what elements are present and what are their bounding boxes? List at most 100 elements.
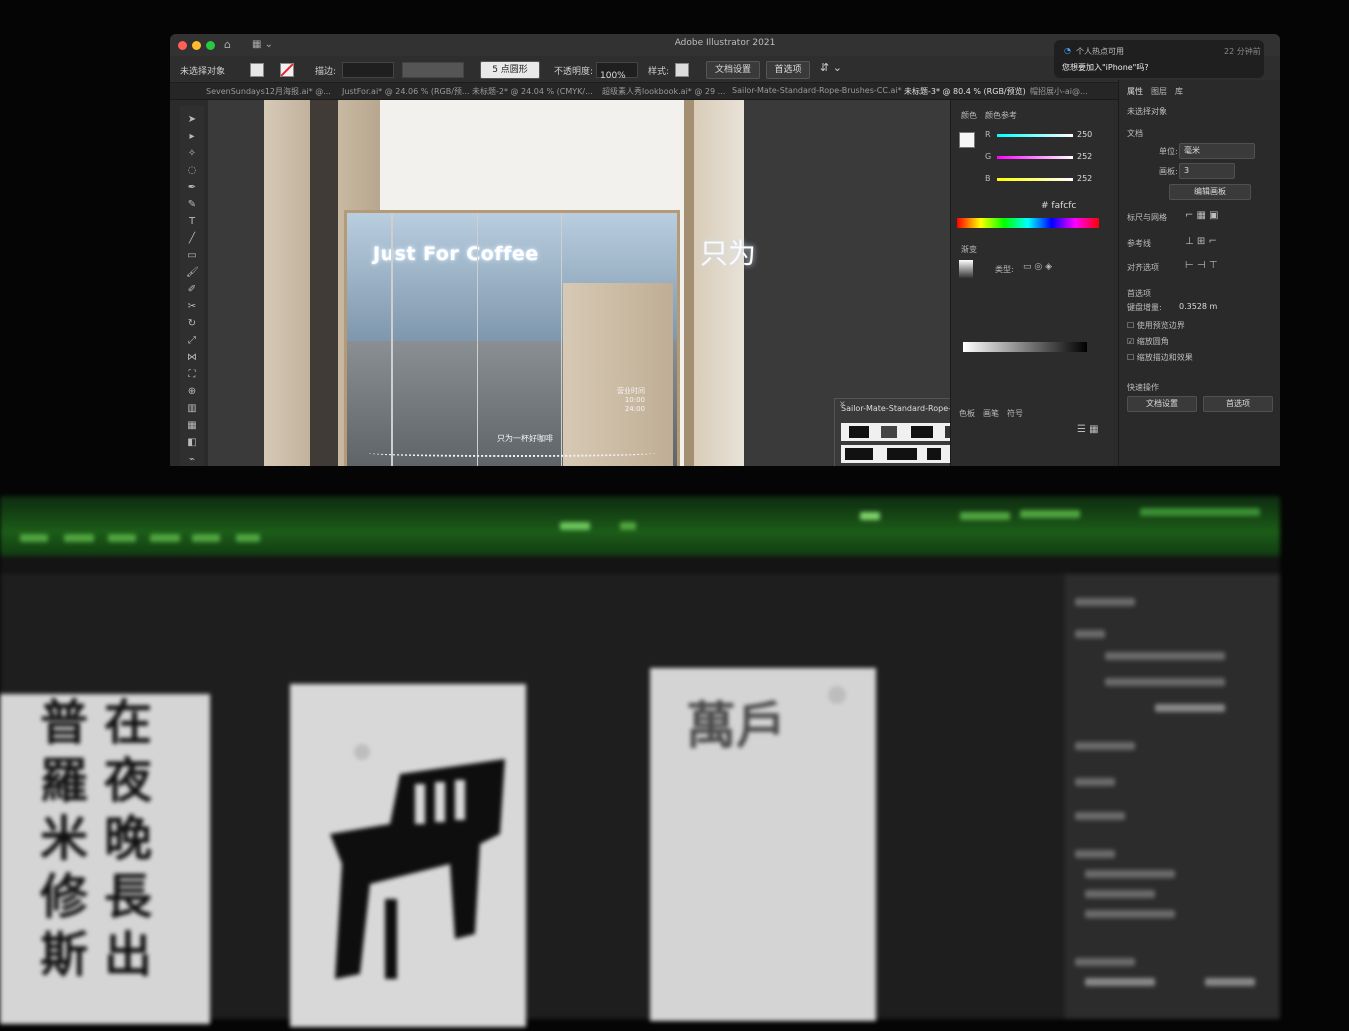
brushes-library-panel: × Sailor-Mate-Standard-Rope-Bru... ⫴ ◂ ▸ (834, 398, 950, 466)
quick-actions-label: 快速操作 (1127, 383, 1159, 392)
preferences-button[interactable]: 首选项 (766, 61, 810, 79)
use-preview-bounds-checkbox[interactable]: ☐ 使用预览边界 (1127, 320, 1185, 331)
gradient-type-label: 类型: (995, 265, 1014, 274)
color-spectrum[interactable] (957, 218, 1099, 228)
tab-document[interactable]: 帽招展小-ai@... (1030, 86, 1088, 97)
notification-time: 22 分钟前 (1224, 47, 1261, 56)
gradient-swatch[interactable] (959, 260, 973, 278)
tab-layers[interactable]: 图层 (1151, 86, 1167, 97)
chair-illustration (330, 744, 505, 979)
gradient-type-icons[interactable]: ▭ ◎ ◈ (1023, 262, 1052, 272)
free-transform-tool-icon[interactable]: ⛶ (186, 369, 198, 381)
arrange-icon[interactable]: ⇵ ⌄ (820, 61, 842, 74)
hex-field[interactable]: # fafcfc (1041, 201, 1076, 211)
tab-swatches[interactable]: 色板 (959, 408, 975, 419)
wall-pillar-right (694, 100, 744, 466)
lasso-tool-icon[interactable]: ◌ (186, 165, 198, 177)
tab-brushes[interactable]: 画笔 (983, 408, 999, 419)
guides-icons[interactable]: ⊥ ⊞ ⌐ (1185, 236, 1217, 247)
quick-preferences-button[interactable]: 首选项 (1203, 396, 1273, 412)
tab-document[interactable]: JustFor.ai* @ 24.06 % (RGB/预... (342, 86, 470, 97)
neon-sign-chinese: 只为 (700, 237, 757, 270)
units-dropdown[interactable]: 毫米 (1179, 143, 1255, 159)
brush-swatch-row[interactable] (841, 423, 950, 441)
hours-title: 营业时间 (617, 387, 645, 395)
eyedropper-tool-icon[interactable]: ⌁ (186, 454, 198, 466)
tab-symbols[interactable]: 符号 (1007, 408, 1023, 419)
tab-document[interactable]: SevenSundays12月海报.ai* @... (206, 86, 331, 97)
direct-selection-tool-icon[interactable]: ▸ (186, 131, 198, 143)
selection-tool-icon[interactable]: ➤ (186, 114, 198, 126)
scissors-tool-icon[interactable]: ✂ (186, 301, 198, 313)
second-toolbar (0, 556, 1280, 574)
fill-color-swatch[interactable] (959, 132, 975, 148)
g-value[interactable]: 252 (1077, 152, 1092, 161)
paintbrush-tool-icon[interactable]: 🖌 (186, 267, 199, 279)
poster-column: 在 夜 晚 長 出 (104, 695, 153, 983)
tab-gradient[interactable]: 渐变 (961, 244, 977, 255)
artboard-dropdown[interactable]: 3 (1179, 163, 1235, 179)
document-setup-button[interactable]: 文档设置 (706, 61, 760, 79)
stroke-swatch[interactable] (280, 63, 294, 77)
tab-document[interactable]: Sailor-Mate-Standard-Rope-Brushes-CC.ai* (732, 86, 902, 95)
scale-corners-checkbox[interactable]: ☑ 缩放圆角 (1127, 336, 1169, 347)
g-slider[interactable] (997, 156, 1073, 159)
artboard-label: 画板: (1159, 167, 1178, 176)
perspective-grid-tool-icon[interactable]: ▥ (186, 403, 198, 415)
selection-status: 未选择对象 (180, 67, 226, 77)
shape-builder-tool-icon[interactable]: ⊕ (186, 386, 198, 398)
brush-swatch-row[interactable] (841, 445, 950, 463)
opacity-field[interactable]: 100% (596, 62, 638, 81)
hotspot-notification[interactable]: ◔ 个人热点可用 22 分钟前 您想要加入"iPhone"吗? (1054, 40, 1264, 78)
tab-libraries[interactable]: 库 (1175, 86, 1183, 97)
line-tool-icon[interactable]: ╱ (186, 233, 198, 245)
style-label: 样式: (648, 67, 670, 77)
properties-panel: 属性 图层 库 未选择对象 文档 单位: 毫米 画板: 3 编辑画板 标尺与网格… (1118, 80, 1280, 466)
edit-artboards-button[interactable]: 编辑画板 (1169, 184, 1251, 200)
brush-definition-dropdown[interactable]: 5 点圆形 (480, 61, 540, 79)
r-slider[interactable] (997, 134, 1073, 137)
rulers-grids-label: 标尺与网格 (1127, 213, 1167, 222)
r-value[interactable]: 250 (1077, 130, 1092, 139)
b-value[interactable]: 252 (1077, 174, 1092, 183)
stroke-weight-field[interactable] (342, 62, 394, 78)
tab-document[interactable]: 超级素人秀lookbook.ai* @ 29 ... (602, 86, 725, 97)
glass-divider (391, 213, 393, 466)
quick-doc-setup-button[interactable]: 文档设置 (1127, 396, 1197, 412)
snap-icons[interactable]: ⊢ ⊣ ⊤ (1185, 260, 1218, 271)
tools-panel: ➤ ▸ ✧ ◌ ✒ ✎ T ╱ ▭ 🖌 ✐ ✂ ↻ ⤢ ⋈ ⛶ ⊕ ▥ ▦ ◧ … (180, 106, 204, 466)
fill-swatch[interactable] (250, 63, 264, 77)
tab-color[interactable]: 颜色 (961, 110, 977, 121)
notification-message: 您想要加入"iPhone"吗? (1062, 63, 1149, 72)
curvature-tool-icon[interactable]: ✎ (186, 199, 198, 211)
tab-color-guide[interactable]: 颜色参考 (985, 110, 1017, 121)
rulers-grid-icons[interactable]: ⌐ ▦ ▣ (1185, 210, 1219, 221)
magic-wand-tool-icon[interactable]: ✧ (186, 148, 198, 160)
poster-chair (290, 684, 526, 1027)
rotate-tool-icon[interactable]: ↻ (186, 318, 198, 330)
scale-strokes-checkbox[interactable]: ☐ 缩放描边和效果 (1127, 352, 1193, 363)
graphic-style-swatch[interactable] (675, 63, 689, 77)
b-slider[interactable] (997, 178, 1073, 181)
tab-document[interactable]: 未标题-2* @ 24.04 % (CMYK/... (472, 86, 593, 97)
scale-tool-icon[interactable]: ⤢ (186, 335, 198, 347)
shaper-tool-icon[interactable]: ✐ (186, 284, 198, 296)
gradient-tool-icon[interactable]: ◧ (186, 437, 198, 449)
keyboard-increment-value[interactable]: 0.3528 m (1179, 302, 1217, 311)
poster-vertical-text: 普 羅 米 修 斯 在 夜 晚 長 出 (0, 694, 210, 1024)
gradient-slider[interactable] (963, 342, 1087, 352)
rectangle-tool-icon[interactable]: ▭ (186, 250, 198, 262)
neon-sign-english: Just For Coffee (373, 243, 539, 265)
pen-tool-icon[interactable]: ✒ (186, 182, 198, 194)
color-panel: 颜色 颜色参考 R 250 G 252 B 252 # fafcfc 渐变 类型… (950, 100, 1113, 466)
list-view-icon[interactable]: ☰ ▦ (1077, 424, 1099, 435)
tab-properties[interactable]: 属性 (1127, 86, 1143, 97)
window-building (563, 283, 673, 466)
tab-document-active[interactable]: 未标题-3* @ 80.4 % (RGB/预览) (904, 86, 1026, 97)
canvas-area[interactable]: ⚘ 只为 Just For Coffee 营业时间 10:00 24:00 只为… (208, 100, 950, 466)
document-section-label: 文档 (1127, 129, 1143, 138)
mesh-tool-icon[interactable]: ▦ (186, 420, 198, 432)
width-tool-icon[interactable]: ⋈ (186, 352, 198, 364)
type-tool-icon[interactable]: T (186, 216, 198, 228)
variable-width-dropdown[interactable] (402, 62, 464, 78)
